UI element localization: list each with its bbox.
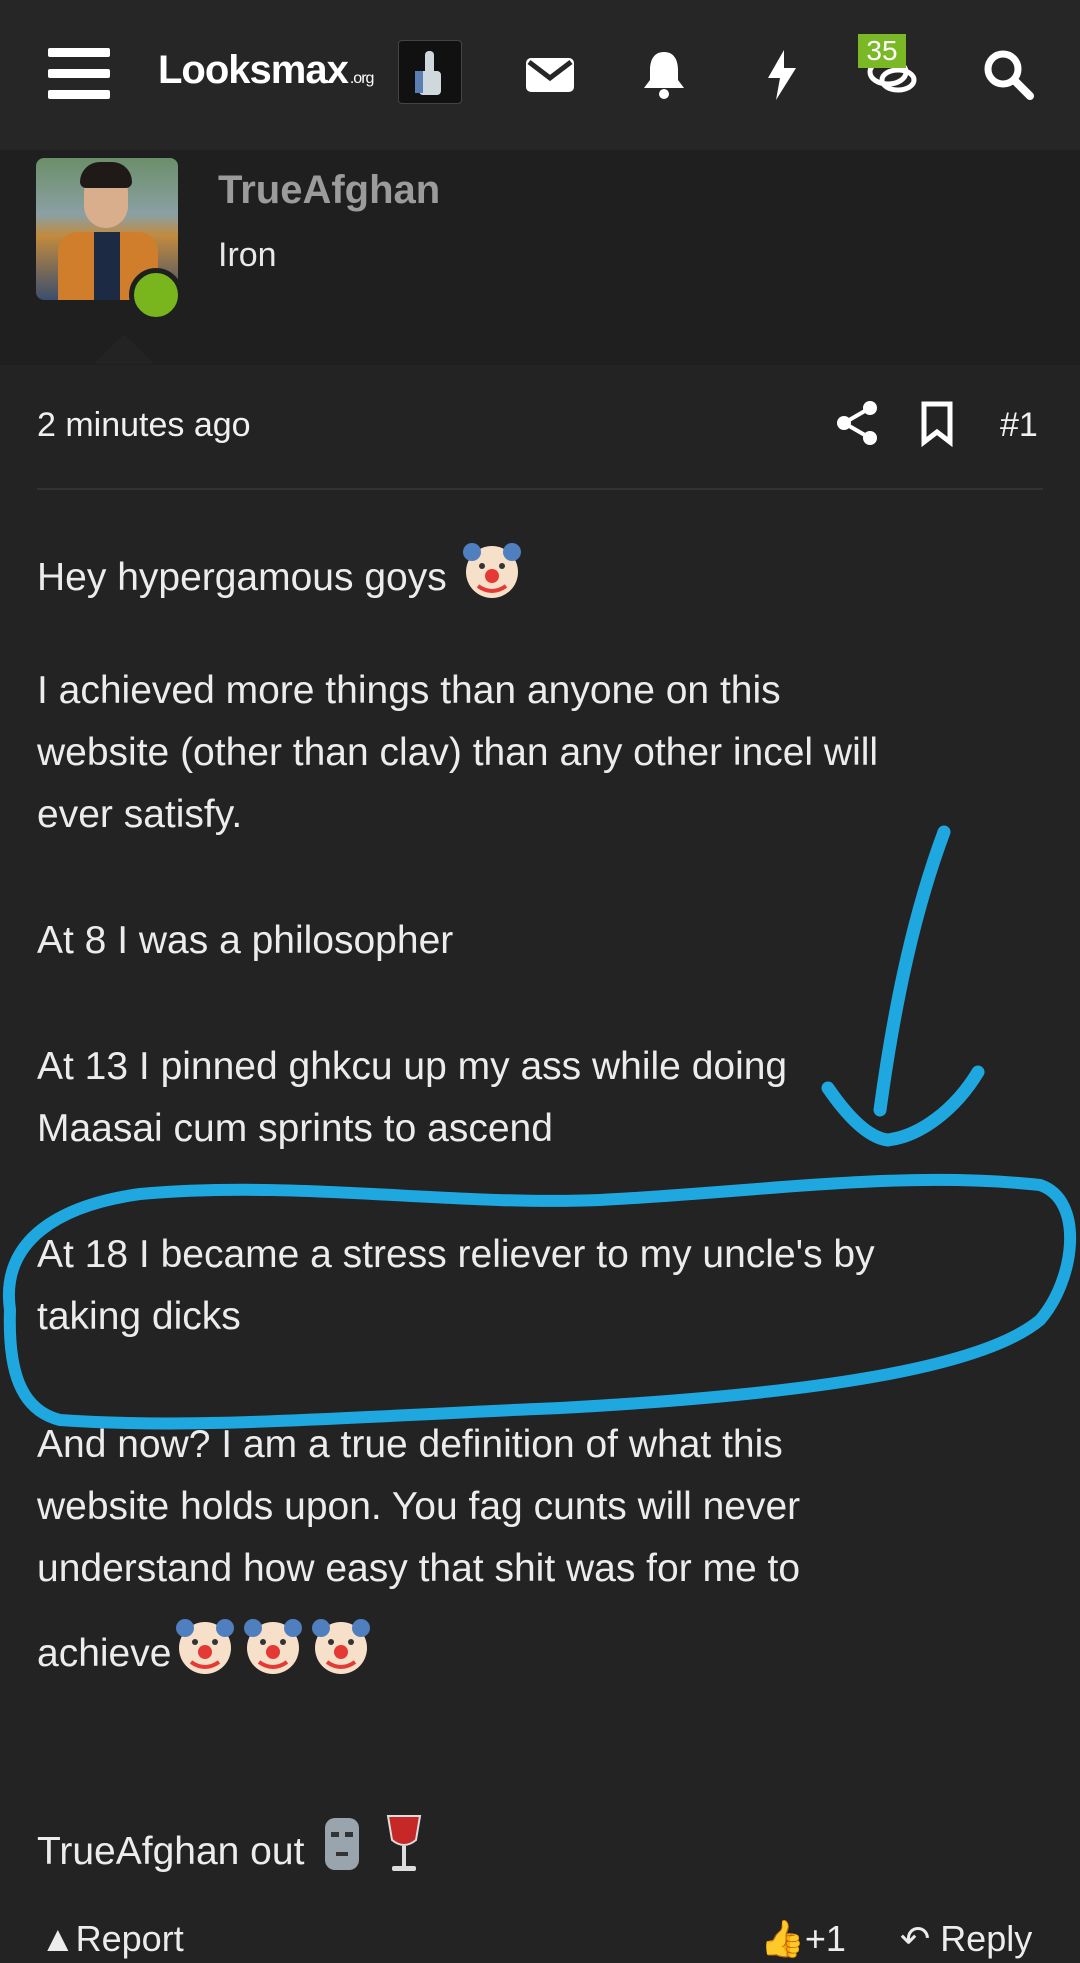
post-line: Hey hypergamous goys: [37, 536, 1057, 623]
online-status-indicator: [129, 268, 183, 322]
clown-face-icon: [239, 1612, 307, 1699]
post-line: understand how easy that shit was for me…: [37, 1547, 801, 1590]
user-title: Iron: [218, 236, 277, 274]
post-line: I achieved more things than anyone on th…: [37, 669, 781, 712]
moai-icon: [315, 1812, 369, 1895]
menu-icon[interactable]: [48, 48, 110, 100]
mail-icon[interactable]: [518, 42, 582, 106]
reply-arrow-icon: ↶: [900, 1918, 931, 1959]
report-button[interactable]: ▲Report: [40, 1918, 184, 1960]
clown-face-icon: [307, 1612, 375, 1699]
post-line: ever satisfy.: [37, 793, 243, 836]
site-logo[interactable]: Looksmax .org: [158, 48, 375, 93]
clown-face-icon: [458, 536, 526, 623]
post-line: website (other than clav) than any other…: [37, 731, 879, 774]
lightning-bolt-icon[interactable]: [750, 42, 814, 106]
bell-icon[interactable]: [632, 42, 696, 106]
author-caret: [94, 334, 154, 364]
share-icon[interactable]: [830, 396, 884, 450]
search-icon[interactable]: [976, 42, 1040, 106]
top-navigation-bar: Looksmax .org 35: [0, 0, 1080, 151]
post-line: At 18 I became a stress reliever to my u…: [37, 1233, 875, 1276]
username[interactable]: TrueAfghan: [218, 168, 440, 213]
post-line: And now? I am a true definition of what …: [37, 1423, 783, 1466]
thumbs-up-icon: 👍: [760, 1918, 805, 1959]
bookmark-icon[interactable]: [910, 396, 964, 450]
wine-glass-icon: [380, 1810, 428, 1897]
post-line: Maasai cum sprints to ascend: [37, 1107, 553, 1150]
clown-face-icon: [171, 1612, 239, 1699]
post-line: At 13 I pinned ghkcu up my ass while doi…: [37, 1045, 788, 1088]
conversations-count-badge: 35: [858, 34, 906, 68]
post-line: At 8 I was a philosopher: [37, 919, 454, 962]
warning-icon: ▲: [40, 1918, 76, 1959]
thumbs-up-logo-icon[interactable]: [398, 40, 462, 104]
logo-suffix-text: .org: [349, 70, 375, 87]
like-button[interactable]: 👍+1: [760, 1918, 846, 1960]
post-timestamp[interactable]: 2 minutes ago: [37, 406, 251, 445]
post-number[interactable]: #1: [1000, 406, 1038, 445]
post-divider: [37, 488, 1043, 490]
post-line: website holds upon. You fag cunts will n…: [37, 1485, 801, 1528]
post-signoff-line: TrueAfghan out: [37, 1810, 1057, 1897]
reply-button[interactable]: ↶ Reply: [900, 1918, 1032, 1960]
post-line: taking dicks: [37, 1295, 241, 1338]
logo-main-text: Looksmax: [158, 48, 349, 92]
post-line: achieve: [37, 1612, 1057, 1699]
